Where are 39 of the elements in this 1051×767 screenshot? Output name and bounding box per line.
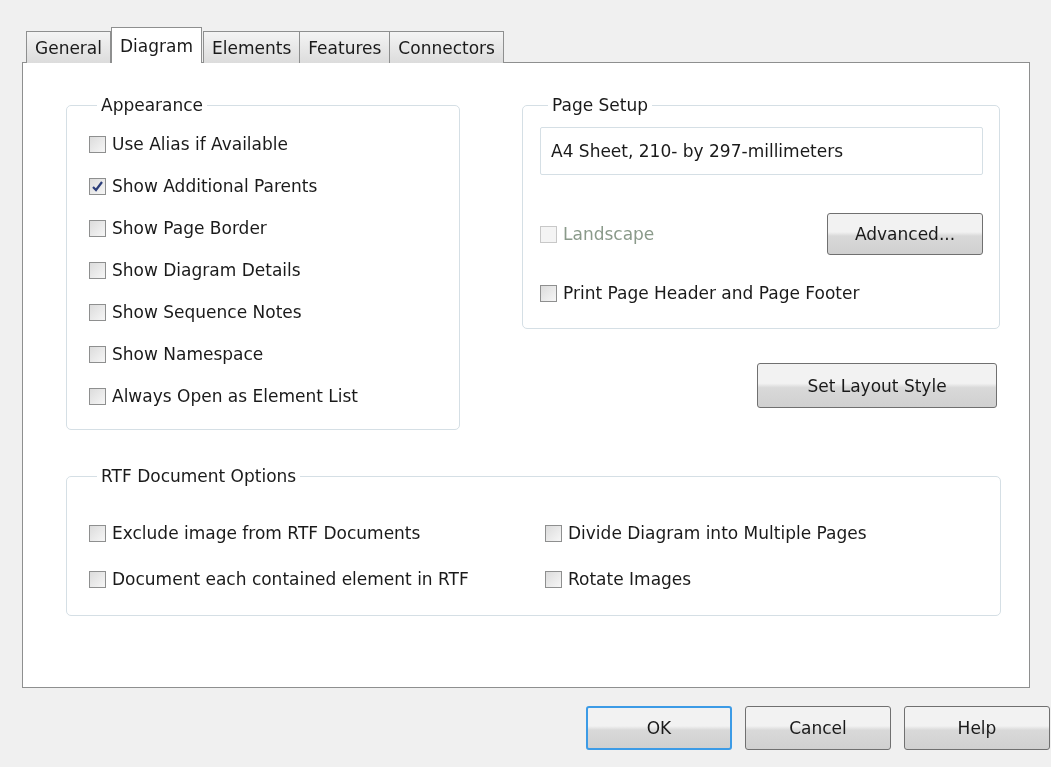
checkbox-label[interactable]: Show Namespace [112,344,264,364]
checkbox[interactable] [89,345,106,363]
group-title: RTF Document Options [100,466,298,486]
checkbox[interactable] [89,261,106,279]
checkbox[interactable] [540,284,557,302]
checkbox-label[interactable]: Exclude image from RTF Documents [112,523,421,543]
tab[interactable]: Features [299,31,391,63]
advanced-button[interactable]: Advanced... [827,213,983,255]
checkbox[interactable] [89,177,106,195]
dialog-button[interactable]: Help [904,706,1050,750]
check-icon [91,179,104,193]
dialog-button[interactable]: Cancel [745,706,891,750]
checkbox-label[interactable]: Use Alias if Available [112,134,288,154]
checkbox-label[interactable]: Show Sequence Notes [112,302,302,322]
group-title: Page Setup [551,95,650,115]
dialog-button[interactable]: OK [586,706,732,750]
checkbox-label[interactable]: Divide Diagram into Multiple Pages [568,523,867,543]
checkbox-label[interactable]: Document each contained element in RTF [112,569,469,589]
checkbox[interactable] [89,387,106,405]
checkbox[interactable] [545,524,562,542]
group-title: Appearance [100,95,205,115]
tab[interactable]: Connectors [389,31,504,63]
checkbox[interactable] [89,135,106,153]
checkbox-label[interactable]: Show Page Border [112,218,267,238]
tab[interactable]: Diagram [111,27,202,63]
checkbox[interactable] [89,303,106,321]
checkbox-label[interactable]: Print Page Header and Page Footer [563,283,860,303]
checkbox-label[interactable]: Show Additional Parents [112,176,318,196]
checkbox[interactable] [89,524,106,542]
paper-size-field[interactable]: A4 Sheet, 210- by 297-millimeters [540,127,983,175]
checkbox[interactable] [89,570,106,588]
checkbox-label[interactable]: Show Diagram Details [112,260,301,280]
tab[interactable]: Elements [203,31,301,63]
checkbox-label[interactable]: Rotate Images [568,569,692,589]
checkbox[interactable] [545,570,562,588]
checkbox[interactable] [89,219,106,237]
set-layout-style-button[interactable]: Set Layout Style [757,363,997,408]
tab[interactable]: General [26,31,111,63]
checkbox-label[interactable]: Always Open as Element List [112,386,358,406]
